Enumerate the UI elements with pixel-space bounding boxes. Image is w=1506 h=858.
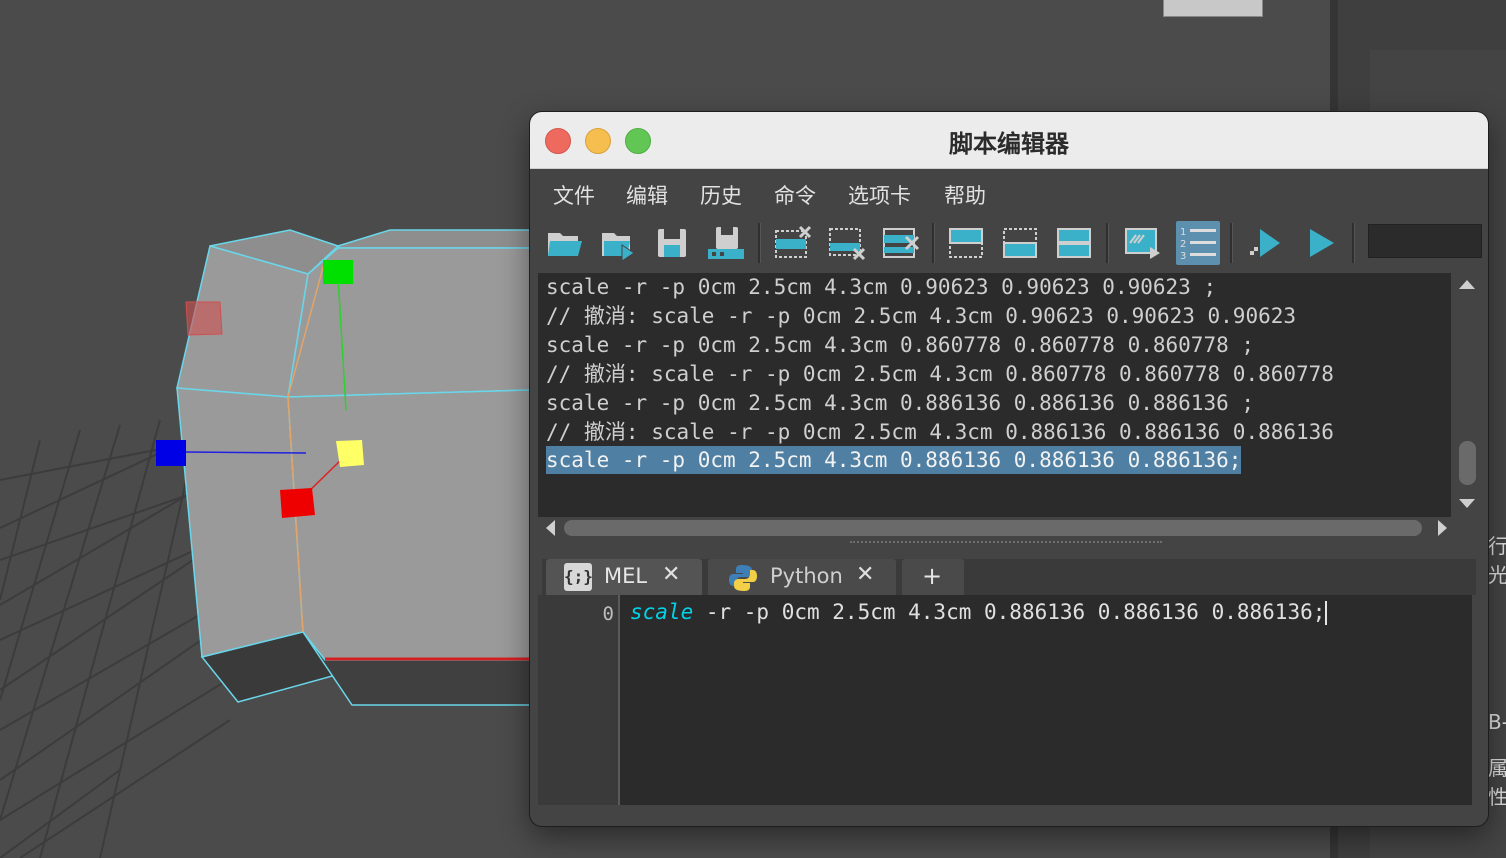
history-line[interactable]: scale -r -p 0cm 2.5cm 4.3cm 0.886136 0.8… [546, 389, 1254, 417]
source-script-icon[interactable] [596, 221, 640, 265]
menu-history[interactable]: 历史 [700, 180, 742, 210]
command-line-field[interactable] [1368, 224, 1482, 258]
history-line[interactable]: // 撤消: scale -r -p 0cm 2.5cm 4.3cm 0.886… [546, 418, 1334, 446]
mel-braces-icon: {;} [564, 563, 593, 591]
script-editor-window: 脚本编辑器 文件 编辑 历史 命令 选项卡 帮助 1 2 3 scale -r … [530, 112, 1488, 826]
viewport-panel-tab[interactable] [1163, 0, 1263, 17]
code-keyword: scale [630, 600, 694, 624]
add-tab-button[interactable]: + [902, 559, 964, 595]
code-line[interactable]: scale -r -p 0cm 2.5cm 4.3cm 0.886136 0.8… [630, 600, 1328, 625]
history-vertical-scrollbar[interactable] [1455, 273, 1480, 518]
svg-text:1: 1 [1180, 227, 1186, 238]
horizontal-scroll-thumb[interactable] [564, 520, 1422, 536]
close-tab-icon[interactable]: ✕ [856, 562, 874, 587]
show-line-numbers-icon[interactable]: 123 [1176, 221, 1220, 265]
code-arguments: -r -p 0cm 2.5cm 4.3cm 0.886136 0.886136 … [693, 600, 1326, 624]
center-handle [336, 440, 364, 467]
close-tab-icon[interactable]: ✕ [662, 562, 680, 587]
history-line[interactable]: scale -r -p 0cm 2.5cm 4.3cm 0.860778 0.8… [546, 331, 1254, 359]
menu-edit[interactable]: 编辑 [626, 180, 668, 210]
clear-all-icon[interactable] [878, 221, 922, 265]
save-to-shelf-icon[interactable] [704, 221, 748, 265]
history-line-selected[interactable]: scale -r -p 0cm 2.5cm 4.3cm 0.886136 0.8… [546, 446, 1242, 474]
show-input-icon[interactable] [998, 221, 1042, 265]
tab-bar: {;} MEL ✕ Python ✕ + [542, 559, 1476, 595]
history-line[interactable]: // 撤消: scale -r -p 0cm 2.5cm 4.3cm 0.906… [546, 302, 1296, 330]
save-script-icon[interactable] [650, 221, 694, 265]
tab-python[interactable]: Python ✕ [708, 559, 896, 595]
line-number: 0 [602, 603, 614, 625]
tab-mel-label: MEL [604, 564, 648, 588]
clear-input-icon[interactable] [824, 221, 868, 265]
y-axis-handle [323, 260, 353, 284]
tab-mel[interactable]: {;} MEL ✕ [546, 559, 702, 595]
history-horizontal-scrollbar[interactable] [538, 517, 1451, 539]
echo-all-commands-icon[interactable] [1120, 221, 1164, 265]
execute-selected-icon[interactable] [1244, 221, 1288, 265]
open-script-icon[interactable] [542, 221, 586, 265]
menu-bar: 文件 编辑 历史 命令 选项卡 帮助 [530, 169, 1488, 217]
svg-text:2: 2 [1180, 239, 1186, 250]
title-bar[interactable]: 脚本编辑器 [530, 112, 1488, 169]
window-title: 脚本编辑器 [949, 130, 1069, 158]
selected-mesh[interactable] [176, 229, 531, 706]
side-panel-fragment-1: 行光 [1488, 534, 1506, 587]
add-tab-label: + [922, 562, 943, 590]
menu-command[interactable]: 命令 [774, 180, 816, 210]
scroll-up-icon[interactable] [1459, 280, 1475, 289]
plane-handle [185, 301, 223, 336]
menu-help[interactable]: 帮助 [944, 180, 986, 210]
pane-splitter[interactable] [850, 541, 1162, 547]
scroll-left-icon[interactable] [546, 520, 555, 536]
tab-python-label: Python [770, 564, 843, 588]
show-both-icon[interactable] [1052, 221, 1096, 265]
history-pane[interactable]: scale -r -p 0cm 2.5cm 4.3cm 0.90623 0.90… [538, 273, 1451, 518]
execute-all-icon[interactable] [1298, 221, 1342, 265]
side-panel-fragment-3: 属性 [1488, 756, 1506, 809]
history-line[interactable]: scale -r -p 0cm 2.5cm 4.3cm 0.90623 0.90… [546, 273, 1216, 301]
side-panel-fragment-2: B- [1488, 710, 1506, 734]
menu-file[interactable]: 文件 [553, 180, 595, 210]
x-axis-handle [156, 440, 186, 466]
show-history-icon[interactable] [944, 221, 988, 265]
svg-text:3: 3 [1180, 251, 1186, 262]
script-input-editor[interactable]: 0 scale -r -p 0cm 2.5cm 4.3cm 0.886136 0… [538, 595, 1472, 805]
scroll-right-icon[interactable] [1438, 520, 1447, 536]
menu-tabs[interactable]: 选项卡 [848, 180, 911, 210]
z-axis-handle [280, 488, 315, 518]
python-logo-icon [729, 565, 757, 591]
clear-history-icon[interactable] [770, 221, 814, 265]
line-number-gutter: 0 [538, 595, 620, 805]
text-caret [1325, 601, 1328, 625]
scroll-down-icon[interactable] [1459, 499, 1475, 508]
history-line[interactable]: // 撤消: scale -r -p 0cm 2.5cm 4.3cm 0.860… [546, 360, 1334, 388]
toolbar: 123 [530, 217, 1488, 271]
vertical-scroll-thumb[interactable] [1459, 441, 1476, 485]
